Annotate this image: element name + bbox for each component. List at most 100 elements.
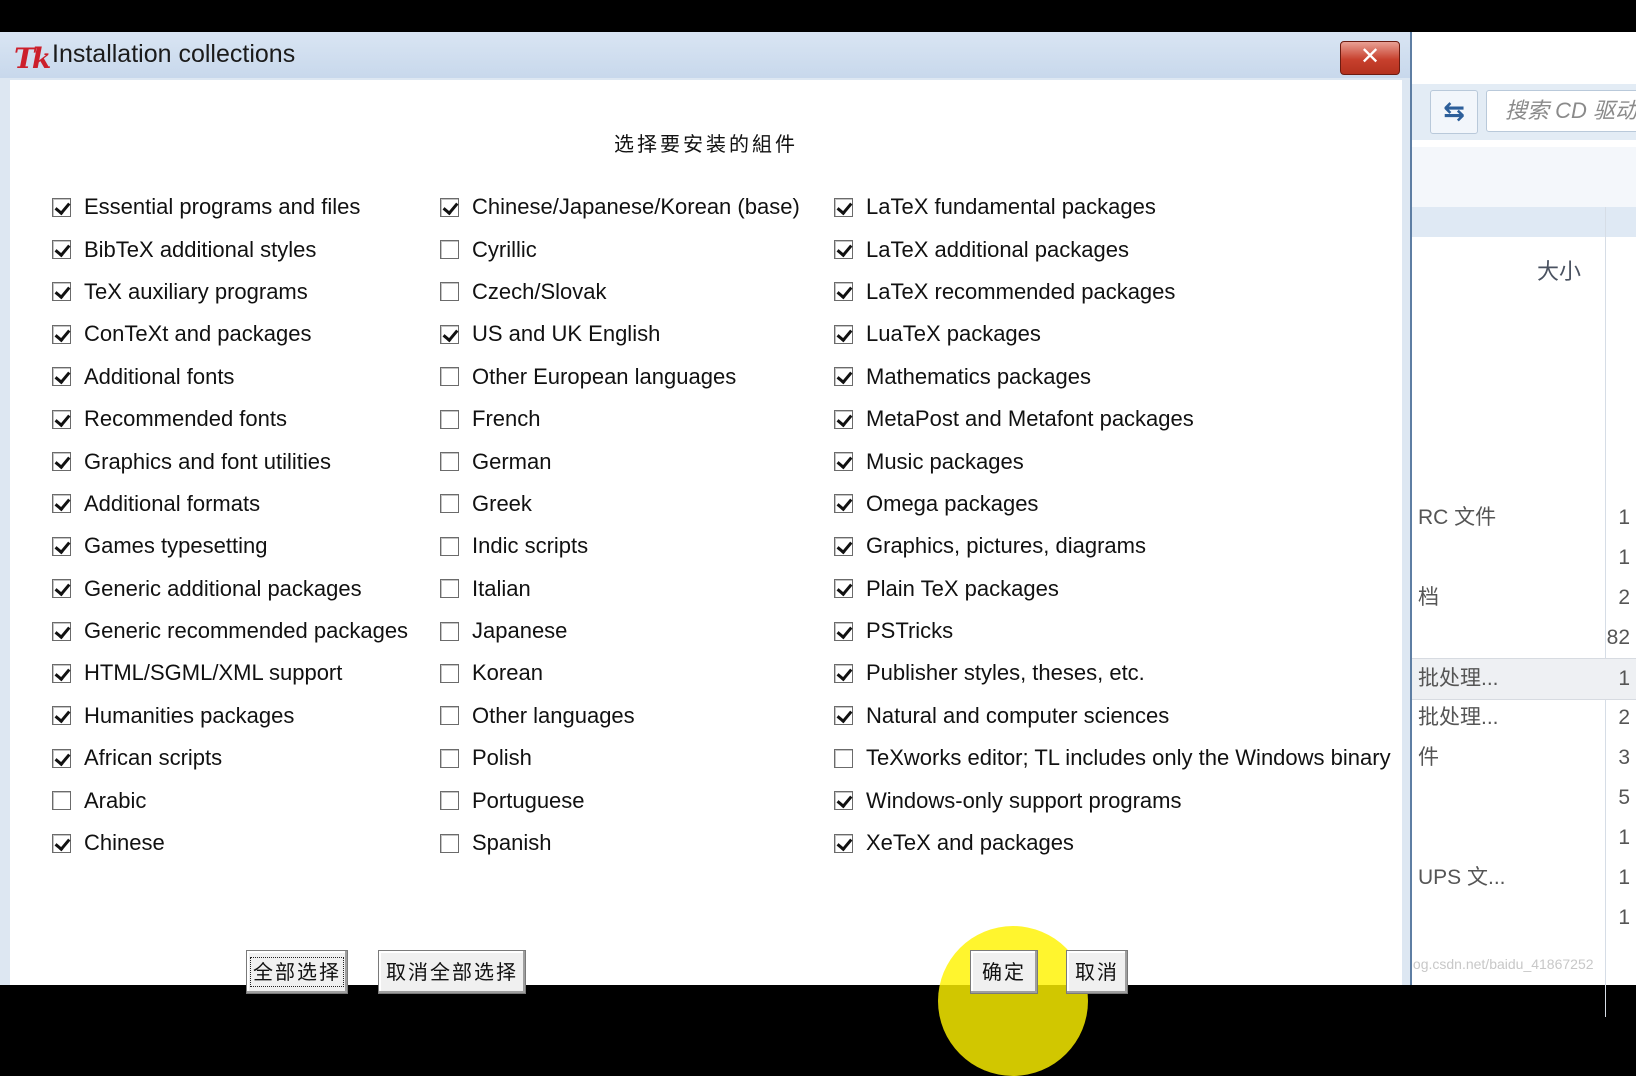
- collection-option[interactable]: Additional fonts: [52, 356, 408, 398]
- checkbox-checked[interactable]: [52, 579, 71, 599]
- checkbox-unchecked[interactable]: [440, 452, 459, 472]
- collection-option[interactable]: Humanities packages: [52, 695, 408, 737]
- checkbox-checked[interactable]: [834, 621, 853, 641]
- collection-option[interactable]: Publisher styles, theses, etc.: [834, 652, 1391, 694]
- checkbox-checked[interactable]: [52, 536, 71, 556]
- collection-option[interactable]: Generic additional packages: [52, 568, 408, 610]
- collection-option[interactable]: Windows-only support programs: [834, 779, 1391, 821]
- checkbox-checked[interactable]: [52, 621, 71, 641]
- checkbox-unchecked[interactable]: [440, 706, 459, 726]
- collection-option[interactable]: African scripts: [52, 737, 408, 779]
- checkbox-checked[interactable]: [440, 197, 459, 217]
- file-row[interactable]: 批处理... 2: [1410, 698, 1636, 738]
- collection-option[interactable]: LaTeX fundamental packages: [834, 186, 1391, 228]
- checkbox-checked[interactable]: [834, 240, 853, 260]
- checkbox-unchecked[interactable]: [440, 748, 459, 768]
- collection-option[interactable]: Arabic: [52, 779, 408, 821]
- collection-option[interactable]: TeX auxiliary programs: [52, 271, 408, 313]
- checkbox-checked[interactable]: [834, 452, 853, 472]
- checkbox-unchecked[interactable]: [440, 663, 459, 683]
- checkbox-checked[interactable]: [834, 833, 853, 853]
- checkbox-checked[interactable]: [834, 367, 853, 387]
- collection-option[interactable]: LuaTeX packages: [834, 313, 1391, 355]
- checkbox-checked[interactable]: [52, 282, 71, 302]
- checkbox-unchecked[interactable]: [834, 748, 853, 768]
- checkbox-unchecked[interactable]: [440, 367, 459, 387]
- collection-option[interactable]: US and UK English: [440, 313, 800, 355]
- collection-option[interactable]: Music packages: [834, 440, 1391, 482]
- checkbox-checked[interactable]: [52, 452, 71, 472]
- checkbox-checked[interactable]: [52, 240, 71, 260]
- collection-option[interactable]: German: [440, 440, 800, 482]
- cancel-button[interactable]: 取消: [1066, 950, 1128, 994]
- collection-option[interactable]: Czech/Slovak: [440, 271, 800, 313]
- file-row[interactable]: 件3: [1410, 738, 1636, 778]
- collection-option[interactable]: Additional formats: [52, 483, 408, 525]
- collection-option[interactable]: XeTeX and packages: [834, 822, 1391, 864]
- collection-option[interactable]: TeXworks editor; TL includes only the Wi…: [834, 737, 1391, 779]
- collection-option[interactable]: Indic scripts: [440, 525, 800, 567]
- file-row[interactable]: RC 文件 1: [1410, 498, 1636, 538]
- file-row[interactable]: 82: [1410, 618, 1636, 658]
- collection-option[interactable]: Other European languages: [440, 356, 800, 398]
- checkbox-checked[interactable]: [52, 367, 71, 387]
- checkbox-checked[interactable]: [834, 197, 853, 217]
- collection-option[interactable]: Games typesetting: [52, 525, 408, 567]
- collection-option[interactable]: Japanese: [440, 610, 800, 652]
- collection-option[interactable]: LaTeX recommended packages: [834, 271, 1391, 313]
- checkbox-checked[interactable]: [834, 791, 853, 811]
- checkbox-unchecked[interactable]: [440, 579, 459, 599]
- deselect-all-button[interactable]: 取消全部选择: [378, 950, 526, 994]
- checkbox-unchecked[interactable]: [440, 536, 459, 556]
- collection-option[interactable]: Other languages: [440, 695, 800, 737]
- collection-option[interactable]: Generic recommended packages: [52, 610, 408, 652]
- collection-option[interactable]: Korean: [440, 652, 800, 694]
- collection-option[interactable]: ConTeXt and packages: [52, 313, 408, 355]
- collection-option[interactable]: Polish: [440, 737, 800, 779]
- file-row[interactable]: 批处理... 1: [1410, 658, 1636, 700]
- checkbox-unchecked[interactable]: [440, 409, 459, 429]
- collection-option[interactable]: Chinese: [52, 822, 408, 864]
- ok-button[interactable]: 确定: [970, 950, 1038, 994]
- collection-option[interactable]: PSTricks: [834, 610, 1391, 652]
- checkbox-unchecked[interactable]: [440, 494, 459, 514]
- collection-option[interactable]: LaTeX additional packages: [834, 228, 1391, 270]
- size-column-header[interactable]: 大小: [1537, 254, 1581, 286]
- file-row[interactable]: 1: [1410, 818, 1636, 858]
- checkbox-checked[interactable]: [834, 706, 853, 726]
- collection-option[interactable]: Greek: [440, 483, 800, 525]
- checkbox-unchecked[interactable]: [440, 282, 459, 302]
- explorer-search-input[interactable]: 搜索 CD 驱动: [1486, 90, 1636, 132]
- checkbox-checked[interactable]: [52, 494, 71, 514]
- checkbox-unchecked[interactable]: [440, 621, 459, 641]
- checkbox-checked[interactable]: [52, 197, 71, 217]
- collection-option[interactable]: Cyrillic: [440, 228, 800, 270]
- file-row[interactable]: 1: [1410, 898, 1636, 938]
- collection-option[interactable]: Chinese/Japanese/Korean (base): [440, 186, 800, 228]
- collection-option[interactable]: Mathematics packages: [834, 356, 1391, 398]
- collection-option[interactable]: MetaPost and Metafont packages: [834, 398, 1391, 440]
- checkbox-unchecked[interactable]: [52, 791, 71, 811]
- checkbox-checked[interactable]: [834, 324, 853, 344]
- collection-option[interactable]: Graphics, pictures, diagrams: [834, 525, 1391, 567]
- file-row[interactable]: 1: [1410, 538, 1636, 578]
- checkbox-checked[interactable]: [440, 324, 459, 344]
- checkbox-checked[interactable]: [52, 706, 71, 726]
- collection-option[interactable]: Recommended fonts: [52, 398, 408, 440]
- file-row[interactable]: 档2: [1410, 578, 1636, 618]
- collection-option[interactable]: Spanish: [440, 822, 800, 864]
- checkbox-checked[interactable]: [52, 324, 71, 344]
- refresh-icon[interactable]: ⇆: [1430, 90, 1478, 134]
- select-all-button[interactable]: 全部选择: [246, 950, 348, 994]
- checkbox-checked[interactable]: [52, 663, 71, 683]
- collection-option[interactable]: Graphics and font utilities: [52, 440, 408, 482]
- checkbox-checked[interactable]: [52, 409, 71, 429]
- file-row[interactable]: UPS 文... 1: [1410, 858, 1636, 898]
- collection-option[interactable]: HTML/SGML/XML support: [52, 652, 408, 694]
- collection-option[interactable]: Plain TeX packages: [834, 568, 1391, 610]
- checkbox-checked[interactable]: [52, 748, 71, 768]
- file-row[interactable]: 5: [1410, 778, 1636, 818]
- close-button[interactable]: ✕: [1340, 41, 1400, 75]
- checkbox-checked[interactable]: [834, 663, 853, 683]
- title-bar[interactable]: Tk Installation collections ✕: [0, 32, 1410, 78]
